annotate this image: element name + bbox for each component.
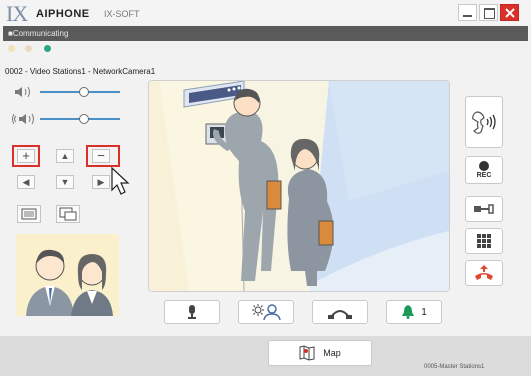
mouse-pointer-icon — [111, 166, 130, 195]
keypad-button[interactable] — [465, 228, 503, 254]
single-screen-icon — [21, 208, 37, 220]
pan-right-label: ▶ — [97, 176, 105, 187]
bell-icon — [402, 305, 415, 319]
speaker-volume-slider[interactable] — [40, 84, 120, 100]
pan-down-button[interactable]: ▼ — [56, 175, 74, 189]
record-button[interactable]: REC — [465, 156, 503, 184]
status-bar: ■Communicating — [3, 26, 528, 41]
keypad-icon — [477, 234, 491, 248]
map-icon — [299, 345, 315, 361]
microphone-icon — [188, 305, 196, 319]
self-view-illustration — [26, 249, 113, 316]
key-icon — [474, 204, 494, 214]
status-indicator-3 — [44, 45, 51, 52]
end-call-button[interactable] — [465, 260, 503, 286]
station-title: 0002 - Video Stations1 - NetworkCamera1 — [5, 67, 156, 76]
brightness-person-icon — [252, 304, 281, 320]
handset-transfer-icon — [328, 310, 352, 319]
map-button[interactable]: Map — [268, 340, 372, 366]
zoom-in-button[interactable]: + — [17, 149, 35, 163]
maximize-icon — [484, 8, 495, 19]
record-icon — [479, 161, 489, 171]
brightness-button[interactable] — [238, 300, 294, 324]
call-volume-icon — [12, 113, 34, 125]
footer-station: 0005-Master Stations1 — [424, 364, 485, 370]
pan-left-label: ◀ — [22, 176, 30, 187]
product-name: IX-SOFT — [104, 9, 140, 19]
close-button[interactable] — [500, 4, 519, 21]
pan-right-button[interactable]: ▶ — [92, 175, 110, 189]
minimize-icon — [463, 15, 472, 17]
multi-screen-button[interactable] — [56, 205, 80, 223]
pan-left-button[interactable]: ◀ — [17, 175, 35, 189]
camera-scene-illustration — [149, 81, 449, 291]
speaker-volume-icon — [15, 86, 30, 98]
pan-up-label: ▲ — [60, 151, 70, 161]
record-label: REC — [476, 172, 492, 179]
multi-screen-icon — [59, 207, 77, 221]
status-indicator-1 — [8, 45, 15, 52]
zoom-out-label: − — [97, 148, 105, 163]
footer-bar — [0, 336, 531, 376]
close-icon — [505, 8, 515, 18]
zoom-in-label: + — [22, 148, 30, 163]
speaker-volume-thumb[interactable] — [78, 87, 89, 97]
hang-up-icon — [475, 265, 493, 280]
call-volume-slider[interactable] — [40, 111, 120, 127]
talk-button[interactable] — [465, 96, 503, 148]
call-volume-thumb[interactable] — [78, 114, 89, 124]
pan-down-label: ▼ — [60, 177, 70, 187]
brand-name: AIPHONE — [36, 8, 90, 20]
map-label: Map — [323, 348, 341, 358]
mute-mic-button[interactable] — [164, 300, 220, 324]
self-view-thumbnail — [16, 234, 119, 316]
zoom-out-button[interactable]: − — [92, 149, 110, 163]
title-bar: IX AIPHONE IX-SOFT — [0, 0, 531, 26]
maximize-button[interactable] — [479, 4, 498, 21]
status-indicator-2 — [25, 45, 32, 52]
pan-up-button[interactable]: ▲ — [56, 149, 74, 163]
door-status-button[interactable]: 1 — [386, 300, 442, 324]
door-status-count: 1 — [421, 306, 427, 318]
camera-view — [148, 80, 450, 292]
door-release-button[interactable] — [465, 196, 503, 222]
single-screen-button[interactable] — [17, 205, 41, 223]
app-logo: IX — [6, 1, 28, 26]
talk-handset-icon — [472, 111, 496, 134]
minimize-button[interactable] — [458, 4, 477, 21]
transfer-button[interactable] — [312, 300, 368, 324]
